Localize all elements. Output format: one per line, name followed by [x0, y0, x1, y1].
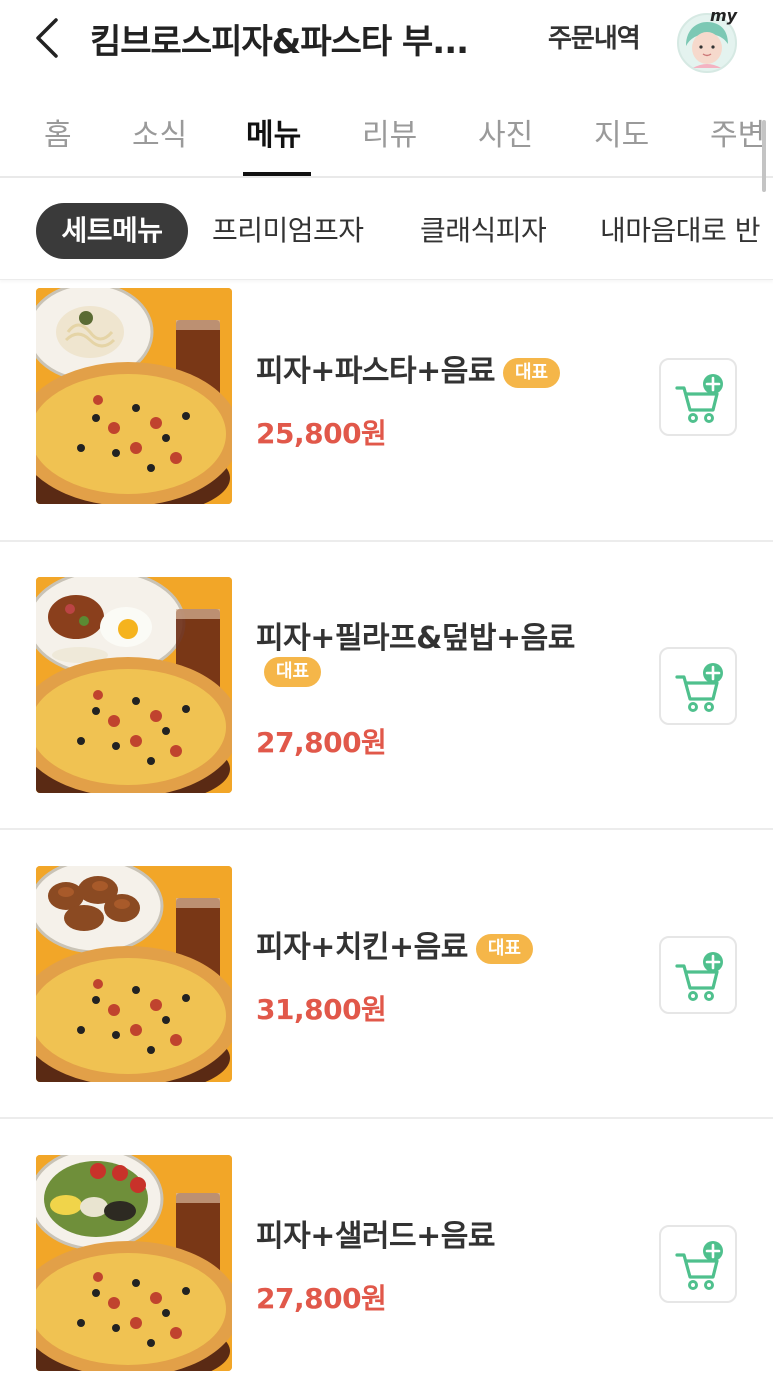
tab-home[interactable]: 홈 — [44, 110, 72, 154]
pizza-pilaf-photo-icon — [36, 577, 232, 793]
order-history-button[interactable]: 주문내역 — [548, 18, 641, 55]
chip-half-and-half[interactable]: 내마음대로 반 — [600, 203, 760, 259]
top-bar: 킴브로스피자&파스타 부... 주문내역 my — [0, 0, 773, 80]
representative-badge: 대표 — [475, 933, 533, 964]
menu-item-price: 31,800원 — [256, 993, 387, 1026]
menu-item-image — [36, 577, 232, 793]
menu-item-price: 25,800원 — [256, 417, 387, 450]
tab-nearby[interactable]: 주변 — [710, 110, 765, 154]
add-to-cart-button[interactable] — [659, 936, 737, 1014]
cart-add-icon — [675, 952, 723, 1001]
menu-item-name: 피자+필라프&덮밥+음료 — [256, 621, 575, 656]
tab-menu[interactable]: 메뉴 — [246, 110, 301, 154]
my-avatar-icon[interactable]: my — [674, 8, 740, 74]
add-to-cart-button[interactable] — [659, 1225, 737, 1303]
menu-item-price: 27,800원 — [256, 1282, 387, 1315]
menu-item-image — [36, 1155, 232, 1371]
menu-item[interactable]: 피자+치킨+음료 대표 31,800원 — [0, 866, 773, 1119]
menu-item-image — [36, 866, 232, 1082]
page-title: 킴브로스피자&파스타 부... — [90, 22, 469, 62]
chip-set-menu[interactable]: 세트메뉴 — [36, 203, 188, 259]
representative-badge: 대표 — [502, 357, 561, 388]
tab-news[interactable]: 소식 — [132, 110, 187, 154]
cart-add-icon — [675, 374, 723, 423]
add-to-cart-button[interactable] — [659, 647, 737, 725]
cart-add-icon — [675, 1241, 723, 1290]
pizza-pasta-photo-icon — [36, 288, 232, 504]
avatar-my-label: my — [710, 8, 738, 25]
menu-item-name: 피자+파스타+음료 대표 — [256, 346, 561, 390]
active-tab-indicator — [243, 172, 311, 176]
tab-photo[interactable]: 사진 — [478, 110, 533, 154]
menu-item-name: 피자+샐러드+음료 — [256, 1219, 495, 1254]
menu-item-price: 27,800원 — [256, 726, 387, 759]
add-to-cart-button[interactable] — [659, 358, 737, 436]
menu-item[interactable]: 피자+파스타+음료 대표 25,800원 — [0, 288, 773, 542]
tab-map[interactable]: 지도 — [594, 110, 649, 154]
pizza-chicken-photo-icon — [36, 866, 232, 1082]
menu-item-image — [36, 288, 232, 504]
menu-item[interactable]: 피자+필라프&덮밥+음료 대표 27,800원 — [0, 577, 773, 830]
menu-item-name: 피자+치킨+음료 대표 — [256, 922, 533, 966]
representative-badge: 대표 — [264, 657, 322, 687]
cart-add-icon — [675, 663, 723, 712]
store-tab-bar: 홈 소식 메뉴 리뷰 사진 지도 주변 — [0, 96, 773, 178]
chip-premium-pizza[interactable]: 프리미엄프자 — [212, 203, 364, 259]
tab-review[interactable]: 리뷰 — [362, 110, 417, 154]
back-chevron-icon[interactable] — [30, 14, 70, 62]
menu-item[interactable]: 피자+샐러드+음료 27,800원 — [0, 1155, 773, 1374]
pizza-salad-photo-icon — [36, 1155, 232, 1371]
chip-classic-pizza[interactable]: 클래식피자 — [420, 203, 547, 259]
category-chip-bar: 세트메뉴 프리미엄프자 클래식피자 내마음대로 반 — [0, 180, 773, 280]
